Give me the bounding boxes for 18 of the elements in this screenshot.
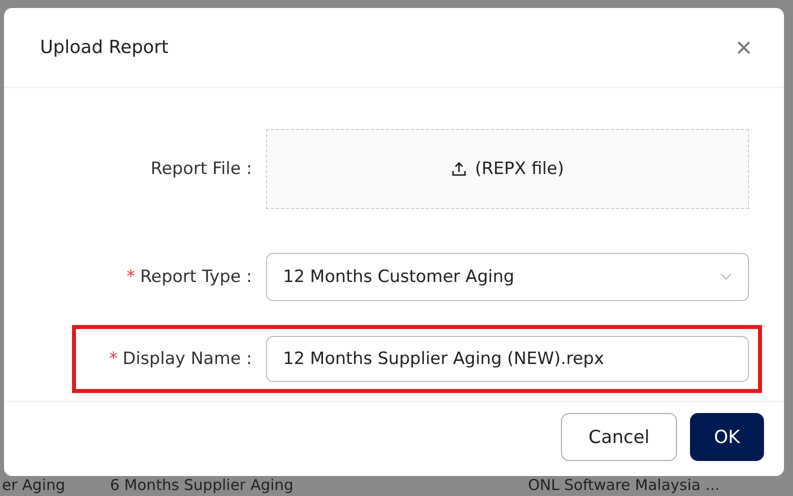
close-button[interactable]: × bbox=[732, 34, 756, 62]
field-label: Report File : bbox=[150, 159, 252, 179]
field-label: Display Name : bbox=[122, 349, 252, 369]
required-asterisk: * bbox=[126, 267, 136, 287]
ok-button[interactable]: OK bbox=[690, 413, 764, 461]
cancel-button[interactable]: Cancel bbox=[561, 413, 677, 461]
file-dropzone[interactable]: (REPX file) bbox=[266, 129, 749, 209]
chevron-down-icon bbox=[720, 273, 732, 281]
upload-icon bbox=[450, 161, 467, 177]
file-type-hint: (REPX file) bbox=[474, 159, 564, 179]
report-type-select[interactable]: 12 Months Customer Aging bbox=[266, 253, 749, 301]
dialog-title: Upload Report bbox=[40, 37, 168, 58]
table-cell: 6 Months Supplier Aging bbox=[110, 476, 294, 494]
field-label: Report Type : bbox=[140, 267, 252, 287]
table-cell: ONL Software Malaysia ... bbox=[528, 476, 720, 494]
table-cell: er Aging bbox=[2, 476, 66, 494]
display-name-input[interactable]: 12 Months Supplier Aging (NEW).repx bbox=[266, 336, 749, 382]
required-asterisk: * bbox=[109, 349, 118, 369]
